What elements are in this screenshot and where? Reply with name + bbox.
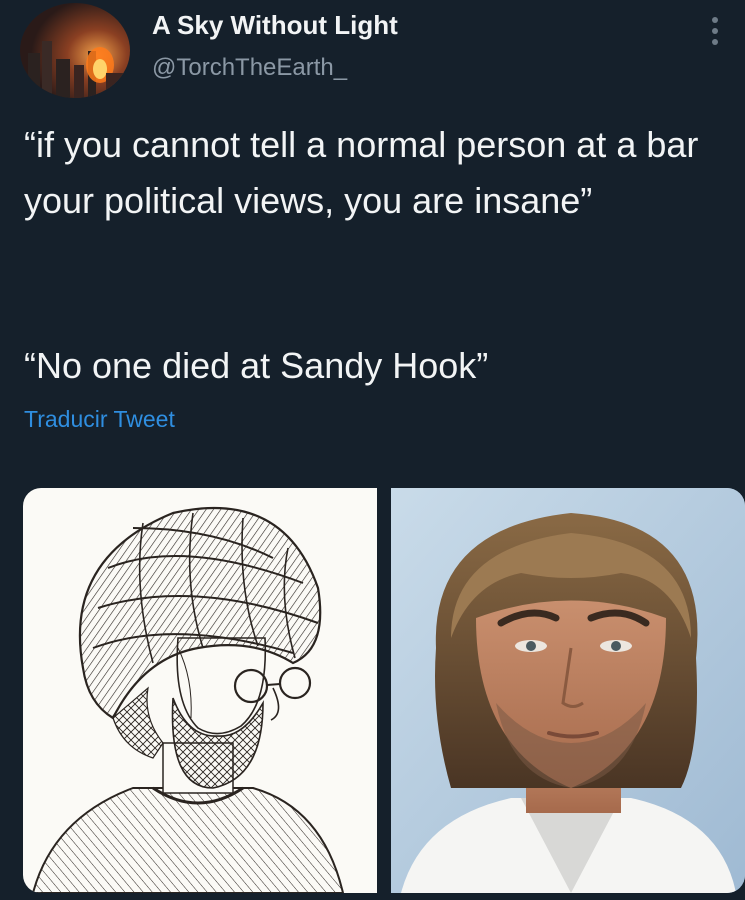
media-image-right[interactable]	[391, 488, 745, 893]
tweet-text-paragraph-2: “No one died at Sandy Hook”	[24, 345, 489, 386]
engraved-portrait-illustration	[31, 506, 345, 893]
author-handle[interactable]: @TorchTheEarth_	[152, 54, 347, 82]
author-avatar[interactable]	[20, 3, 130, 98]
burning-city-avatar-image	[20, 3, 130, 98]
man-portrait-photo	[391, 488, 745, 893]
media-image-left[interactable]	[23, 488, 377, 893]
more-vertical-icon[interactable]	[703, 14, 727, 48]
tweet-text-paragraph-1: “if you cannot tell a normal person at a…	[24, 124, 699, 221]
author-display-name[interactable]: A Sky Without Light	[152, 10, 398, 41]
translate-tweet-link[interactable]: Traducir Tweet	[24, 406, 175, 433]
